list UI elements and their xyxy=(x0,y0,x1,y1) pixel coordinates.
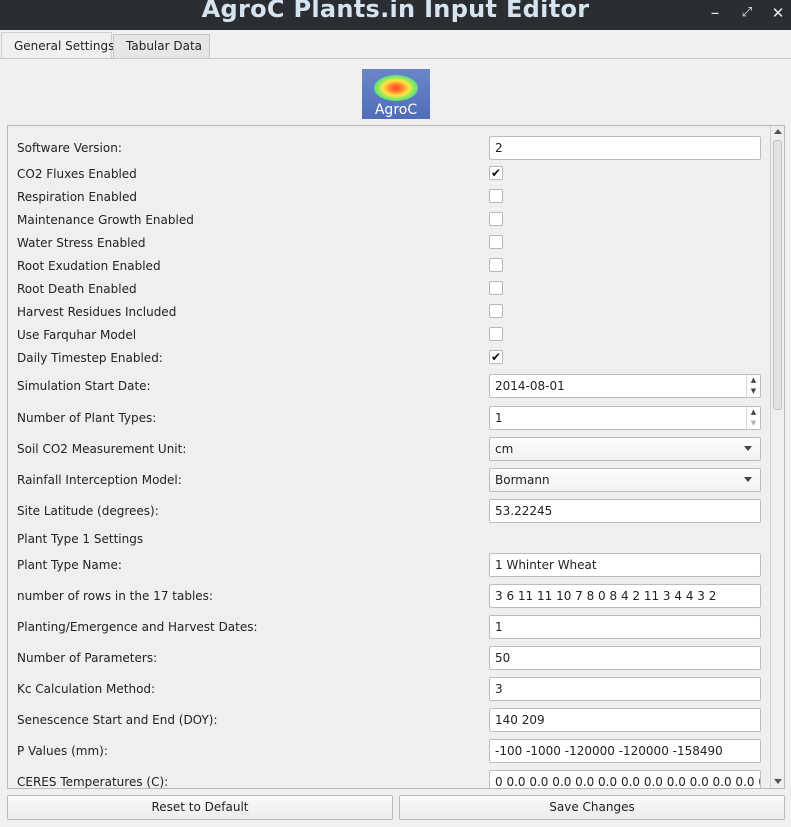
title-bar: AgroC Plants.in Input Editor – ⤢ ✕ xyxy=(0,0,791,30)
soil-co2-unit-value: cm xyxy=(495,442,514,456)
kc-method-label: Kc Calculation Method: xyxy=(17,682,156,696)
planting-dates-label: Planting/Emergence and Harvest Dates: xyxy=(17,620,258,634)
table-rows-input[interactable]: 3 6 11 11 10 7 8 0 8 4 2 11 3 4 4 3 2 xyxy=(489,584,761,608)
minimize-icon[interactable]: – xyxy=(704,3,726,23)
rainfall-model-label: Rainfall Interception Model: xyxy=(17,473,182,487)
tab-bar: General Settings Tabular Data xyxy=(0,30,791,59)
co2-fluxes-checkbox[interactable]: ✔ xyxy=(489,166,503,180)
ceres-temps-label: CERES Temperatures (C): xyxy=(17,775,169,789)
logo-text: AgroC xyxy=(374,102,418,118)
check-icon: ✔ xyxy=(490,166,502,180)
table-rows-label: number of rows in the 17 tables: xyxy=(17,589,213,603)
rainfall-model-dropdown[interactable]: Bormann xyxy=(489,468,761,492)
start-date-value: 2014-08-01 xyxy=(495,379,565,393)
plant-type-1-heading: Plant Type 1 Settings xyxy=(17,532,144,546)
spin-up-icon[interactable]: ▲ xyxy=(747,407,760,418)
root-exudation-checkbox[interactable] xyxy=(489,258,503,272)
tab-divider xyxy=(0,58,791,59)
water-stress-checkbox[interactable] xyxy=(489,235,503,249)
spin-down-icon[interactable]: ▼ xyxy=(747,386,760,397)
root-exudation-label: Root Exudation Enabled xyxy=(17,259,161,273)
num-params-input[interactable]: 50 xyxy=(489,646,761,670)
kc-method-input[interactable]: 3 xyxy=(489,677,761,701)
scroll-up-icon[interactable] xyxy=(774,129,782,134)
plant-name-input[interactable]: 1 Whinter Wheat xyxy=(489,553,761,577)
software-version-input[interactable]: 2 xyxy=(489,136,761,160)
plant-name-label: Plant Type Name: xyxy=(17,558,122,572)
num-params-label: Number of Parameters: xyxy=(17,651,158,665)
root-death-label: Root Death Enabled xyxy=(17,282,137,296)
tab-general-settings[interactable]: General Settings xyxy=(1,32,114,59)
chevron-down-icon xyxy=(744,477,752,482)
water-stress-label: Water Stress Enabled xyxy=(17,236,146,250)
harvest-residues-checkbox[interactable] xyxy=(489,304,503,318)
plant-types-value: 1 xyxy=(495,411,503,425)
farquhar-checkbox[interactable] xyxy=(489,327,503,341)
respiration-checkbox[interactable] xyxy=(489,189,503,203)
settings-scroll-area[interactable]: Software Version: 2 CO2 Fluxes Enabled ✔… xyxy=(7,125,785,789)
farquhar-label: Use Farquhar Model xyxy=(17,328,137,342)
software-version-label: Software Version: xyxy=(17,141,122,155)
respiration-label: Respiration Enabled xyxy=(17,190,137,204)
soil-co2-unit-dropdown[interactable]: cm xyxy=(489,437,761,461)
close-icon[interactable]: ✕ xyxy=(767,3,789,23)
p-values-label: P Values (mm): xyxy=(17,744,108,758)
window-title: AgroC Plants.in Input Editor xyxy=(201,0,590,23)
tab-tabular-data[interactable]: Tabular Data xyxy=(113,34,210,59)
heatmap-graphic xyxy=(374,75,418,101)
planting-dates-input[interactable]: 1 xyxy=(489,615,761,639)
spin-down-icon[interactable]: ▼ xyxy=(747,418,760,429)
maintenance-growth-checkbox[interactable] xyxy=(489,212,503,226)
agroc-logo: AgroC xyxy=(362,69,430,119)
daily-timestep-label: Daily Timestep Enabled: xyxy=(17,351,163,365)
scrollbar-thumb[interactable] xyxy=(773,140,782,410)
maintenance-growth-label: Maintenance Growth Enabled xyxy=(17,213,194,227)
harvest-residues-label: Harvest Residues Included xyxy=(17,305,177,319)
save-changes-button[interactable]: Save Changes xyxy=(399,795,785,820)
start-date-spinbox[interactable]: 2014-08-01 ▲ ▼ xyxy=(489,374,761,398)
scroll-down-icon[interactable] xyxy=(774,779,782,784)
daily-timestep-checkbox[interactable]: ✔ xyxy=(489,350,503,364)
latitude-input[interactable]: 53.22245 xyxy=(489,499,761,523)
check-icon: ✔ xyxy=(490,350,502,364)
p-values-input[interactable]: -100 -1000 -120000 -120000 -158490 xyxy=(489,739,761,763)
rainfall-model-value: Bormann xyxy=(495,473,550,487)
chevron-down-icon xyxy=(744,446,752,451)
plant-types-spin-buttons: ▲ ▼ xyxy=(746,407,760,429)
senescence-label: Senescence Start and End (DOY): xyxy=(17,713,218,727)
start-date-spin-buttons: ▲ ▼ xyxy=(746,375,760,397)
reset-to-default-button[interactable]: Reset to Default xyxy=(7,795,393,820)
spin-up-icon[interactable]: ▲ xyxy=(747,375,760,386)
vertical-scrollbar[interactable] xyxy=(770,126,784,788)
soil-co2-unit-label: Soil CO2 Measurement Unit: xyxy=(17,442,187,456)
plant-types-spinbox[interactable]: 1 ▲ ▼ xyxy=(489,406,761,430)
maximize-icon[interactable]: ⤢ xyxy=(736,3,758,23)
senescence-input[interactable]: 140 209 xyxy=(489,708,761,732)
co2-fluxes-label: CO2 Fluxes Enabled xyxy=(17,167,137,181)
root-death-checkbox[interactable] xyxy=(489,281,503,295)
ceres-temps-input[interactable]: 0 0.0 0.0 0.0 0.0 0.0 0.0 0.0 0.0 0.0 0.… xyxy=(489,770,761,788)
latitude-label: Site Latitude (degrees): xyxy=(17,504,159,518)
start-date-label: Simulation Start Date: xyxy=(17,379,151,393)
plant-types-label: Number of Plant Types: xyxy=(17,411,157,425)
